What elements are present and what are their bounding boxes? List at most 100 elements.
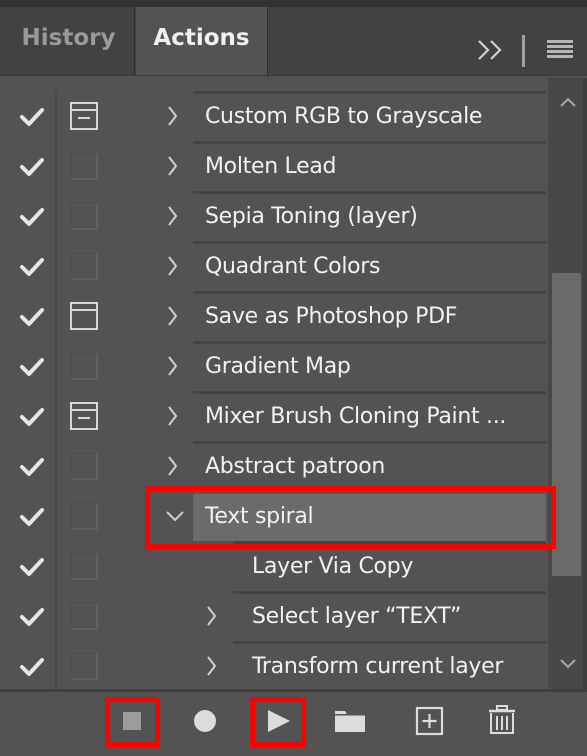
dialog-toggle-empty[interactable] (70, 602, 98, 630)
action-row[interactable]: Abstract patroon (0, 441, 548, 491)
action-label-box[interactable]: Custom RGB to Grayscale (193, 91, 546, 141)
action-label: Mixer Brush Cloning Paint ... (205, 404, 507, 429)
dialog-toggle-empty[interactable] (70, 502, 98, 530)
dialog-partial-icon[interactable] (70, 102, 98, 130)
panel-top-strip (0, 0, 587, 7)
action-label-box[interactable]: Sepia Toning (layer) (193, 191, 546, 241)
action-row[interactable]: Save as Photoshop PDF (0, 291, 548, 341)
column-divider (55, 541, 57, 591)
chevron-right-icon[interactable] (166, 255, 180, 277)
action-label-box[interactable]: Abstract patroon (193, 441, 546, 491)
dialog-toggle-empty[interactable] (70, 352, 98, 380)
bottom-toolbar (0, 692, 587, 752)
action-step-row[interactable]: Transform current layer (0, 641, 548, 690)
action-step-row[interactable]: Select layer “TEXT” (0, 591, 548, 641)
action-label-box[interactable]: Quadrant Colors (193, 241, 546, 291)
action-row[interactable]: Custom RGB to Grayscale (0, 91, 548, 141)
chevron-right-icon[interactable] (205, 655, 219, 677)
dialog-toggle-empty[interactable] (70, 652, 98, 680)
checkmark-icon[interactable] (19, 606, 45, 628)
action-label-box[interactable]: Gradient Map (193, 341, 546, 391)
action-label: Select layer “TEXT” (252, 604, 462, 629)
trash-icon (489, 705, 515, 734)
chevron-right-icon[interactable] (166, 205, 180, 227)
checkmark-icon[interactable] (19, 356, 45, 378)
action-label-box[interactable]: Mixer Brush Cloning Paint ... (193, 391, 546, 441)
column-divider (55, 441, 57, 491)
dialog-icon[interactable] (70, 302, 98, 330)
chevron-right-icon[interactable] (166, 155, 180, 177)
action-row[interactable]: Gradient Map (0, 341, 548, 391)
column-divider (55, 391, 57, 441)
column-divider (55, 141, 57, 191)
dialog-partial-icon[interactable] (70, 402, 98, 430)
action-label-box[interactable]: Text spiral (193, 491, 546, 541)
action-row[interactable]: Mixer Brush Cloning Paint ... (0, 391, 548, 441)
action-label: Sepia Toning (layer) (205, 204, 418, 229)
scrollbar-thumb[interactable] (552, 273, 581, 576)
dialog-toggle-empty[interactable] (70, 152, 98, 180)
checkmark-icon[interactable] (19, 156, 45, 178)
action-label-box[interactable]: Transform current layer (233, 641, 546, 690)
checkmark-icon[interactable] (19, 656, 45, 678)
checkmark-icon[interactable] (19, 256, 45, 278)
action-row[interactable]: Quadrant Colors (0, 241, 548, 291)
create-new-action-button[interactable] (405, 692, 455, 752)
scrollbar-edge (583, 78, 587, 690)
action-row[interactable]: Text spiral (0, 491, 548, 541)
record-icon (194, 710, 216, 732)
checkmark-icon[interactable] (19, 206, 45, 228)
action-label: Text spiral (205, 504, 314, 529)
scroll-down-icon[interactable] (558, 658, 578, 670)
begin-recording-button[interactable] (180, 692, 230, 752)
column-divider (55, 591, 57, 641)
action-label: Layer Via Copy (252, 554, 414, 579)
checkmark-icon[interactable] (19, 556, 45, 578)
action-label: Abstract patroon (205, 454, 386, 479)
delete-button[interactable] (477, 692, 527, 752)
tab-bar-border (0, 75, 587, 76)
action-label-box[interactable]: Save as Photoshop PDF (193, 291, 546, 341)
chevron-right-icon[interactable] (166, 305, 180, 327)
checkmark-icon[interactable] (19, 456, 45, 478)
new-item-icon (415, 706, 444, 736)
create-new-set-button[interactable] (325, 692, 375, 752)
hamburger-menu-icon[interactable] (547, 40, 573, 60)
action-label: Gradient Map (205, 354, 351, 379)
scroll-up-icon[interactable] (558, 96, 578, 108)
folder-icon (335, 711, 365, 732)
dialog-toggle-empty[interactable] (70, 552, 98, 580)
checkmark-icon[interactable] (19, 306, 45, 328)
action-label: Transform current layer (252, 654, 504, 679)
checkmark-icon[interactable] (19, 506, 45, 528)
stop-icon (123, 712, 141, 730)
action-label-box[interactable]: Layer Via Copy (233, 541, 546, 591)
checkmark-icon[interactable] (19, 106, 45, 128)
action-label: Custom RGB to Grayscale (205, 104, 483, 129)
chevron-right-icon[interactable] (205, 605, 219, 627)
chevron-right-icon[interactable] (166, 455, 180, 477)
action-row[interactable]: Molten Lead (0, 141, 548, 191)
chevron-right-icon[interactable] (166, 105, 180, 127)
chevron-down-icon[interactable] (165, 505, 185, 527)
action-label-box[interactable]: Molten Lead (193, 141, 546, 191)
scrollbar[interactable] (548, 78, 587, 690)
play-icon (268, 710, 290, 732)
tab-actions[interactable]: Actions (136, 7, 268, 77)
action-step-row[interactable]: Layer Via Copy (0, 541, 548, 591)
chevron-right-icon[interactable] (166, 405, 180, 427)
column-divider (55, 491, 57, 541)
chevron-right-icon[interactable] (166, 355, 180, 377)
tab-history[interactable]: History (3, 7, 135, 76)
stop-playing-button[interactable] (107, 692, 157, 752)
action-label: Molten Lead (205, 154, 337, 179)
checkmark-icon[interactable] (19, 406, 45, 428)
dialog-toggle-empty[interactable] (70, 452, 98, 480)
column-divider (55, 641, 57, 690)
action-label-box[interactable]: Select layer “TEXT” (233, 591, 546, 641)
play-selection-button[interactable] (253, 692, 303, 752)
dialog-toggle-empty[interactable] (70, 252, 98, 280)
action-row[interactable]: Sepia Toning (layer) (0, 191, 548, 241)
double-chevron-right-icon[interactable] (476, 35, 504, 65)
dialog-toggle-empty[interactable] (70, 202, 98, 230)
